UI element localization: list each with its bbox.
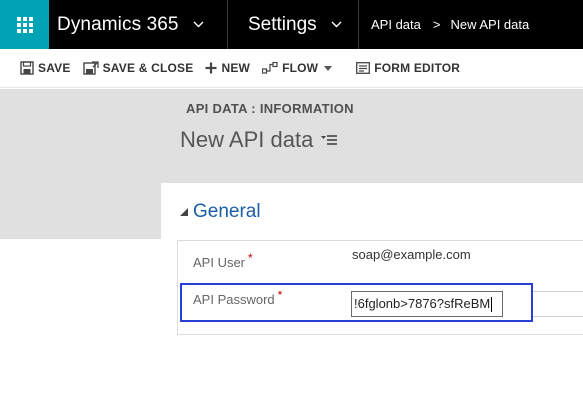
new-button[interactable]: NEW	[199, 49, 256, 88]
caret-down-icon	[324, 65, 333, 71]
save-and-close-button[interactable]: SAVE & CLOSE	[77, 49, 200, 88]
flow-icon	[262, 62, 278, 74]
title-menu-icon[interactable]	[321, 134, 338, 146]
breadcrumb-separator: >	[432, 17, 441, 32]
save-close-label: SAVE & CLOSE	[102, 61, 194, 75]
app-launcher-button[interactable]	[0, 0, 49, 49]
waffle-icon	[16, 16, 33, 33]
breadcrumb-item-api-data[interactable]: API data	[371, 17, 421, 32]
app-name: Dynamics 365	[57, 13, 179, 35]
text-cursor	[491, 297, 493, 313]
form-editor-icon	[356, 62, 371, 74]
record-title-text: New API data	[180, 127, 314, 152]
required-marker: *	[248, 251, 253, 265]
command-bar: SAVE SAVE & CLOSE NEW FLOW FORM EDITOR	[0, 49, 583, 88]
new-label: NEW	[221, 61, 251, 75]
chevron-down-icon	[193, 21, 204, 28]
form-editor-button[interactable]: FORM EDITOR	[350, 49, 466, 88]
api-user-value[interactable]: soap@example.com	[352, 247, 471, 262]
area-switcher[interactable]: Settings	[228, 0, 359, 49]
plus-icon	[205, 62, 217, 74]
app-switcher[interactable]: Dynamics 365	[49, 0, 228, 49]
form-editor-label: FORM EDITOR	[374, 61, 461, 75]
api-password-input[interactable]: !6fglonb>7876?sfReBM	[351, 291, 503, 317]
api-user-label: API User *	[193, 251, 253, 270]
save-label: SAVE	[38, 61, 71, 75]
breadcrumb: API data > New API data	[359, 0, 529, 49]
collapse-icon[interactable]	[180, 208, 188, 216]
flow-label: FLOW	[282, 61, 319, 75]
save-icon	[20, 61, 34, 75]
api-password-label: API Password *	[193, 288, 283, 307]
api-password-input-extension	[533, 291, 583, 317]
required-marker: *	[277, 288, 283, 302]
breadcrumb-item-current[interactable]: New API data	[450, 17, 529, 32]
flow-button[interactable]: FLOW	[256, 49, 338, 88]
api-password-value: !6fglonb>7876?sfReBM	[354, 296, 491, 311]
section-general-header[interactable]: General	[180, 201, 261, 223]
save-button[interactable]: SAVE	[0, 49, 77, 88]
top-navigation-bar: Dynamics 365 Settings API data > New API…	[0, 0, 583, 49]
area-name: Settings	[248, 13, 317, 35]
save-close-icon	[82, 60, 99, 76]
record-title: New API data	[180, 127, 338, 153]
form-type-label: API DATA : INFORMATION	[186, 101, 354, 116]
chevron-down-icon	[331, 21, 342, 28]
section-title: General	[193, 201, 261, 222]
